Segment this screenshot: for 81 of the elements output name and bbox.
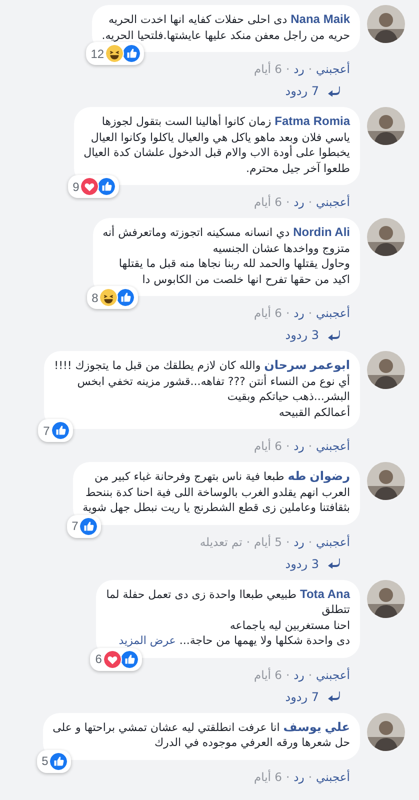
action-link[interactable]: أعجبني	[316, 668, 350, 682]
like-icon	[97, 177, 116, 196]
separator: ·	[286, 770, 290, 784]
reactions-badge[interactable]: 9	[68, 175, 120, 198]
heart-icon	[102, 650, 122, 668]
separator: ·	[308, 668, 312, 682]
timestamp: 6 أيام	[254, 439, 282, 453]
timestamp: تم تعديله	[200, 534, 242, 548]
separator: ·	[286, 306, 290, 320]
action-link[interactable]: رد	[294, 195, 304, 209]
separator: ·	[286, 534, 290, 548]
author-link[interactable]: Nana Maik	[290, 12, 350, 26]
author-link[interactable]: Tota Ana	[300, 586, 350, 600]
timestamp: 6 أيام	[254, 62, 282, 76]
action-link[interactable]: رد	[294, 62, 304, 76]
like-icon	[120, 650, 139, 668]
laughing-emoji-icon	[105, 44, 124, 63]
action-link[interactable]: أعجبني	[316, 195, 350, 209]
action-link[interactable]: أعجبني	[316, 534, 350, 548]
reaction-count: 12	[90, 46, 104, 60]
action-link[interactable]: أعجبني	[316, 62, 350, 76]
action-link[interactable]: أعجبني	[316, 306, 350, 320]
heart-icon	[80, 177, 100, 196]
separator: ·	[246, 534, 250, 548]
timestamp: 6 أيام	[254, 195, 282, 209]
action-link[interactable]: رد	[294, 306, 304, 320]
reply-arrow-icon	[327, 558, 340, 569]
action-link[interactable]: أعجبني	[316, 770, 350, 784]
separator: ·	[308, 770, 312, 784]
reply-arrow-icon	[327, 330, 340, 340]
reactions-badge[interactable]: 8	[86, 286, 138, 309]
reaction-count: 6	[95, 652, 102, 666]
reaction-count: 7	[72, 519, 78, 533]
reactions-badge[interactable]: 12	[86, 42, 144, 65]
like-icon	[122, 44, 142, 63]
action-link[interactable]: رد	[294, 770, 304, 784]
timestamp: 6 أيام	[254, 668, 282, 682]
reactions-badge[interactable]: 7	[38, 419, 73, 442]
reaction-count: 7	[43, 424, 50, 438]
separator: ·	[286, 668, 290, 682]
reactions-badge[interactable]: 5	[36, 750, 72, 772]
replies-link[interactable]: 3 ردود	[285, 556, 340, 570]
replies-link[interactable]: 7 ردود	[285, 84, 340, 98]
comment-text: رضوان طه طبعا فية ناس بتهرج وفرحانة غباء كبير من العرب انهم يقلدو الغرب بالوساخة اللى فية احنا كدة بننحط بثقافتنا وعاملين زى قطع الشطرنج يا ريت نبطل جهل شوية	[82, 469, 350, 516]
replies-link[interactable]: 3 ردود	[285, 328, 340, 342]
reply-arrow-icon	[327, 691, 340, 702]
action-link[interactable]: رد	[294, 534, 304, 548]
like-icon	[49, 752, 68, 770]
separator: ·	[308, 306, 312, 320]
timestamp: 5 أيام	[254, 534, 282, 548]
separator: ·	[308, 439, 312, 453]
author-link[interactable]: Nordin Ali	[293, 225, 350, 239]
author-link[interactable]: رضوان طه	[288, 469, 350, 483]
reaction-count: 8	[92, 290, 98, 304]
replies-link[interactable]: 7 ردود	[285, 690, 340, 704]
timestamp: 6 أيام	[254, 306, 282, 320]
reaction-count: 5	[42, 754, 48, 768]
like-icon	[79, 516, 98, 536]
action-link[interactable]: رد	[294, 668, 304, 682]
author-link[interactable]: علي يوسف	[283, 720, 350, 734]
separator: ·	[286, 62, 290, 76]
like-icon	[50, 421, 70, 440]
separator: ·	[308, 62, 312, 76]
reply-arrow-icon	[327, 86, 340, 96]
see-more-link[interactable]: عرض المزيد	[118, 634, 176, 647]
comment-text: ابوعمر سرحان والله كان لازم يطلقك من قبل ما يتجوزك !!!! أي نوع من النساء أنتن ??? تفاهه...قشور مزينه تخفي ابخس البشر...ذهب حياتكم وبقيت أعمالكم القبيحه	[54, 358, 350, 420]
action-link[interactable]: رد	[294, 439, 304, 453]
action-link[interactable]: أعجبني	[316, 439, 350, 453]
separator: ·	[286, 195, 290, 209]
author-link[interactable]: ابوعمر سرحان	[264, 358, 350, 372]
separator: ·	[286, 439, 290, 453]
author-link[interactable]: Fatma Romia	[274, 114, 350, 128]
timestamp: 6 أيام	[254, 770, 282, 784]
reactions-badge[interactable]: 7	[66, 514, 102, 538]
comment-text: علي يوسف انا عرفت انطلقتي ليه عشان تمشي براحتها و على حل شعرها ورقه العرفي موجوده في الدرك	[52, 720, 350, 750]
separator: ·	[308, 195, 312, 209]
reaction-count: 9	[72, 180, 80, 194]
separator: ·	[308, 534, 312, 548]
laughing-emoji-icon	[99, 288, 118, 307]
reactions-badge[interactable]: 6	[90, 648, 142, 670]
like-icon	[116, 288, 136, 307]
